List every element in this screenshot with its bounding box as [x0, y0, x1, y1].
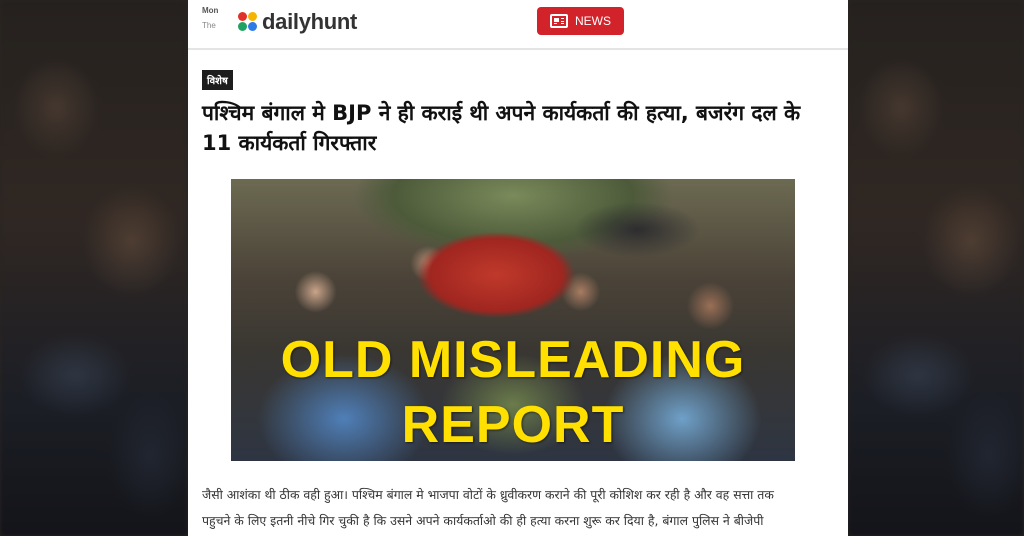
- article-body: जैसी आशंका थी ठीक वही हुआ। पश्चिम बंगाल …: [202, 482, 832, 534]
- header-bar: Mon The dailyhunt NEWS: [188, 0, 848, 50]
- image-overlay-text-line1: OLD MISLEADING: [280, 331, 746, 389]
- article-page: Mon The dailyhunt NEWS विशेष पश्चिम बंगा…: [188, 0, 848, 536]
- newspaper-icon: [550, 14, 568, 28]
- news-button[interactable]: NEWS: [537, 7, 624, 35]
- article-headline: पश्चिम बंगाल मे BJP ने ही कराई थी अपने क…: [202, 101, 801, 155]
- image-overlay-text-line2: REPORT: [401, 396, 625, 454]
- article-body-line1: जैसी आशंका थी ठीक वही हुआ। पश्चिम बंगाल …: [202, 487, 774, 502]
- dailyhunt-logo-icon: [238, 12, 258, 32]
- logo-text: dailyhunt: [262, 9, 358, 34]
- article-body-line2: पहुचने के लिए इतनी नीचे गिर चुकी है कि उ…: [202, 513, 764, 528]
- header-hint-text: Mon: [202, 6, 219, 15]
- header-hint-subtext: The: [202, 21, 216, 30]
- news-button-label: NEWS: [575, 14, 611, 28]
- category-tag[interactable]: विशेष: [202, 70, 233, 90]
- blurred-background-right: [848, 0, 1024, 536]
- dailyhunt-logo[interactable]: dailyhunt: [232, 8, 364, 36]
- blurred-background-left: [0, 0, 188, 536]
